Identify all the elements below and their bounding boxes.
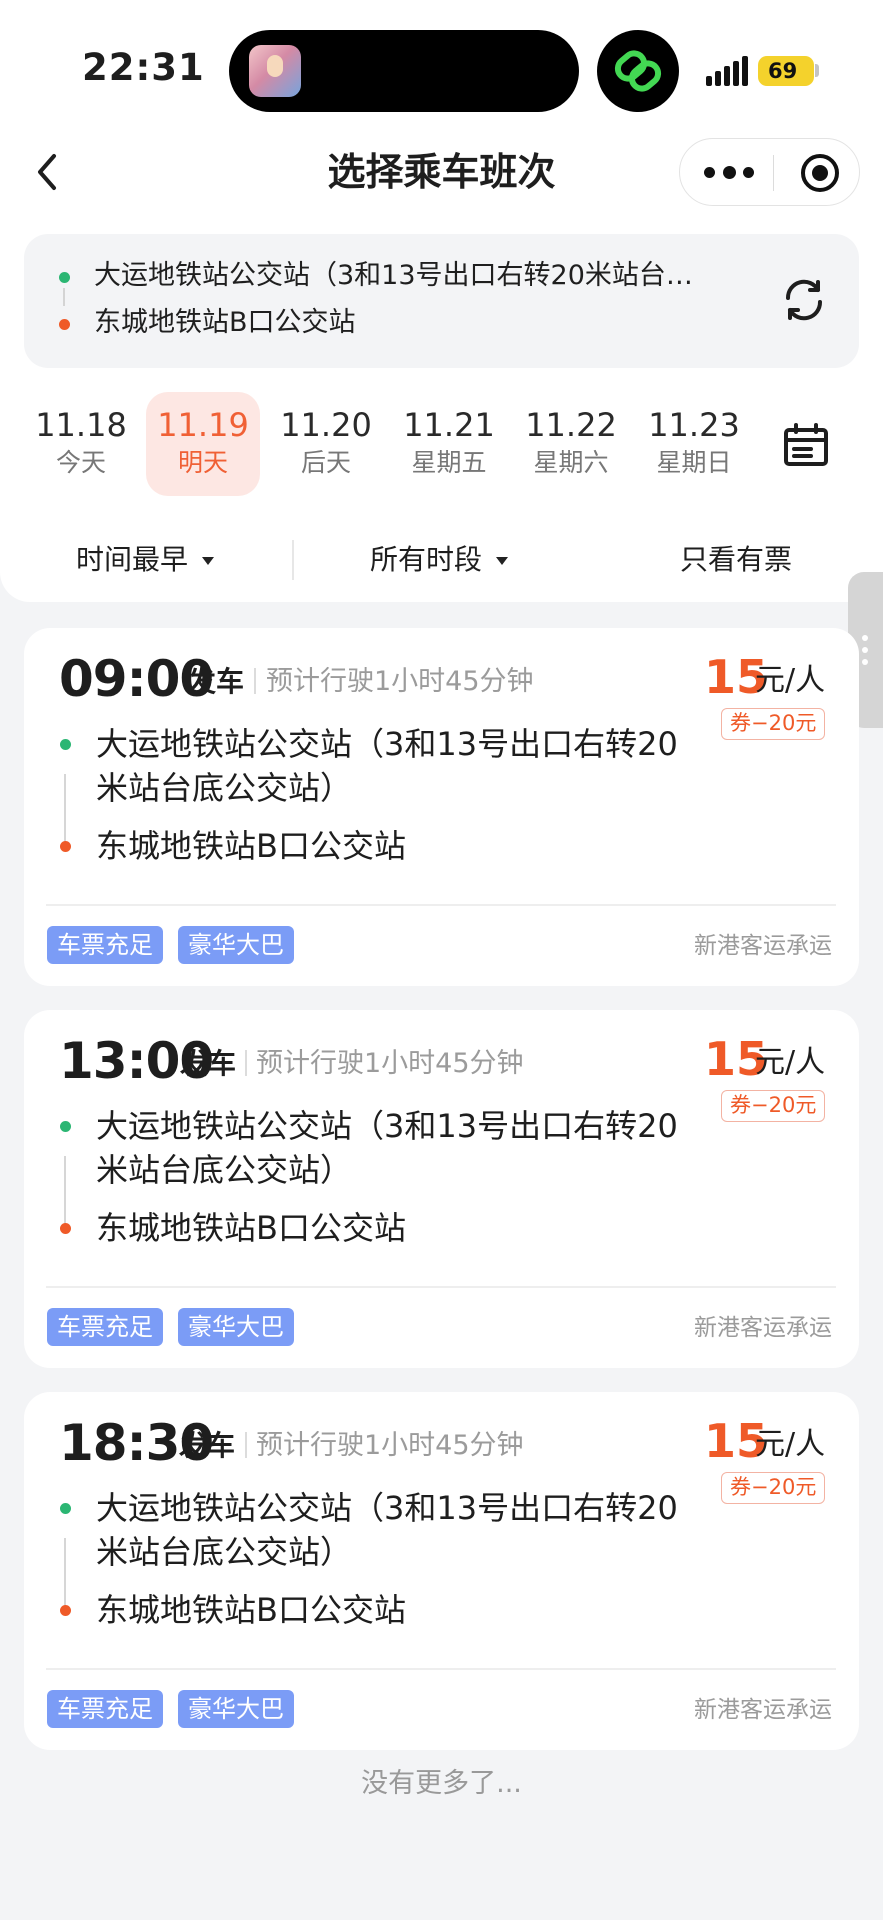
date-value: 11.21 <box>403 406 495 444</box>
trip-origin-line2: 米站台底公交站） <box>96 1533 353 1571</box>
trip-card[interactable]: 13:00 发车 预计行驶1小时45分钟 15 元/人 券−20元 大运地铁站公… <box>24 1010 859 1368</box>
date-tab-1120[interactable]: 11.20 后天 <box>269 392 383 496</box>
caret-down-icon <box>496 557 509 565</box>
date-weekday: 明天 <box>177 448 228 477</box>
period-filter-label: 所有时段 <box>370 543 483 576</box>
now-playing-thumbnail-icon <box>249 45 301 97</box>
date-value: 11.22 <box>525 406 617 444</box>
route-connector <box>64 1538 66 1608</box>
calendar-icon[interactable] <box>783 422 829 468</box>
trip-operator: 新港客运承运 <box>694 933 832 959</box>
date-tab-1119[interactable]: 11.19 明天 <box>146 392 260 496</box>
date-tab-1123[interactable]: 11.23 星期日 <box>637 392 751 496</box>
trip-origin-line1: 大运地铁站公交站（3和13号出口右转20 <box>96 1107 678 1145</box>
dynamic-island <box>229 30 579 112</box>
price-unit: 元/人 <box>755 1045 826 1080</box>
status-time: 22:31 <box>82 46 205 89</box>
trip-destination: 东城地铁站B口公交站 <box>96 827 406 865</box>
route-origin: 大运地铁站公交站（3和13号出口右转20米站台… <box>94 260 693 291</box>
date-weekday: 星期日 <box>656 448 732 477</box>
route-connector <box>64 1156 66 1226</box>
trip-origin-line1: 大运地铁站公交站（3和13号出口右转20 <box>96 1489 678 1527</box>
caret-down-icon <box>202 557 215 565</box>
divider <box>254 668 256 694</box>
depart-label: 发车 <box>180 1047 237 1080</box>
tag-ticket-availability: 车票充足 <box>47 926 163 964</box>
trip-card[interactable]: 18:30 发车 预计行驶1小时45分钟 15 元/人 券−20元 大运地铁站公… <box>24 1392 859 1750</box>
coupon-badge: 券−20元 <box>721 708 826 740</box>
battery-icon: 69 <box>758 56 814 86</box>
destination-dot-icon <box>60 1223 71 1234</box>
tag-ticket-availability: 车票充足 <box>47 1690 163 1728</box>
tag-bus-type: 豪华大巴 <box>178 926 294 964</box>
price-unit: 元/人 <box>755 663 826 698</box>
date-tab-1118[interactable]: 11.18 今天 <box>24 392 138 496</box>
battery-cap <box>815 64 819 77</box>
date-tab-1121[interactable]: 11.21 星期五 <box>392 392 506 496</box>
depart-label: 发车 <box>179 1429 236 1462</box>
destination-dot-icon <box>60 841 71 852</box>
mini-program-capsule <box>679 138 860 206</box>
tag-ticket-availability: 车票充足 <box>47 1308 163 1346</box>
card-divider <box>46 904 836 906</box>
date-weekday: 后天 <box>300 448 351 477</box>
route-summary-card[interactable]: 大运地铁站公交站（3和13号出口右转20米站台… 东城地铁站B口公交站 <box>24 234 859 368</box>
sort-filter-button[interactable]: 时间最早 <box>76 540 215 580</box>
origin-dot-icon <box>60 1121 71 1132</box>
trip-duration: 预计行驶1小时45分钟 <box>256 1430 524 1461</box>
link-app-icon <box>597 30 679 112</box>
capsule-divider <box>773 155 774 191</box>
date-value: 11.23 <box>648 406 740 444</box>
trip-origin-line2: 米站台底公交站） <box>96 1151 353 1189</box>
date-value: 11.19 <box>157 406 249 444</box>
trip-duration: 预计行驶1小时45分钟 <box>256 1048 524 1079</box>
route-connector <box>63 288 65 306</box>
only-available-toggle[interactable]: 只看有票 <box>680 540 792 580</box>
more-dots-icon[interactable] <box>704 161 754 183</box>
date-weekday: 今天 <box>55 448 106 477</box>
origin-dot-icon <box>60 739 71 750</box>
destination-dot-icon <box>59 319 70 330</box>
sort-filter-label: 时间最早 <box>76 543 189 576</box>
trip-origin-line1: 大运地铁站公交站（3和13号出口右转20 <box>96 725 678 763</box>
divider <box>245 1432 247 1458</box>
header-panel <box>0 140 883 602</box>
target-icon[interactable] <box>801 154 839 192</box>
trip-destination: 东城地铁站B口公交站 <box>96 1591 406 1629</box>
refresh-icon[interactable] <box>780 276 828 324</box>
date-tab-1122[interactable]: 11.22 星期六 <box>514 392 628 496</box>
period-filter-button[interactable]: 所有时段 <box>370 540 509 580</box>
date-value: 11.18 <box>35 406 127 444</box>
trip-duration: 预计行驶1小时45分钟 <box>266 666 534 697</box>
trip-destination: 东城地铁站B口公交站 <box>96 1209 406 1247</box>
card-divider <box>46 1286 836 1288</box>
depart-label: 发车 <box>188 665 245 698</box>
trip-card[interactable]: 09:00 发车 预计行驶1小时45分钟 15 元/人 券−20元 大运地铁站公… <box>24 628 859 986</box>
destination-dot-icon <box>60 1605 71 1616</box>
status-bar: 22:31 69 <box>0 0 883 140</box>
no-more-text: 没有更多了... <box>361 1768 522 1799</box>
tag-bus-type: 豪华大巴 <box>178 1308 294 1346</box>
card-divider <box>46 1668 836 1670</box>
origin-dot-icon <box>59 272 70 283</box>
route-destination: 东城地铁站B口公交站 <box>94 307 356 338</box>
signal-icon <box>706 56 750 86</box>
route-connector <box>64 774 66 844</box>
date-weekday: 星期五 <box>411 448 487 477</box>
tag-bus-type: 豪华大巴 <box>178 1690 294 1728</box>
filter-divider <box>292 540 294 580</box>
price-unit: 元/人 <box>755 1427 826 1462</box>
divider <box>245 1050 247 1076</box>
coupon-badge: 券−20元 <box>721 1090 826 1122</box>
trip-operator: 新港客运承运 <box>694 1697 832 1723</box>
trip-operator: 新港客运承运 <box>694 1315 832 1341</box>
date-value: 11.20 <box>280 406 372 444</box>
date-weekday: 星期六 <box>533 448 609 477</box>
trip-origin-line2: 米站台底公交站） <box>96 769 353 807</box>
origin-dot-icon <box>60 1503 71 1514</box>
coupon-badge: 券−20元 <box>721 1472 826 1504</box>
